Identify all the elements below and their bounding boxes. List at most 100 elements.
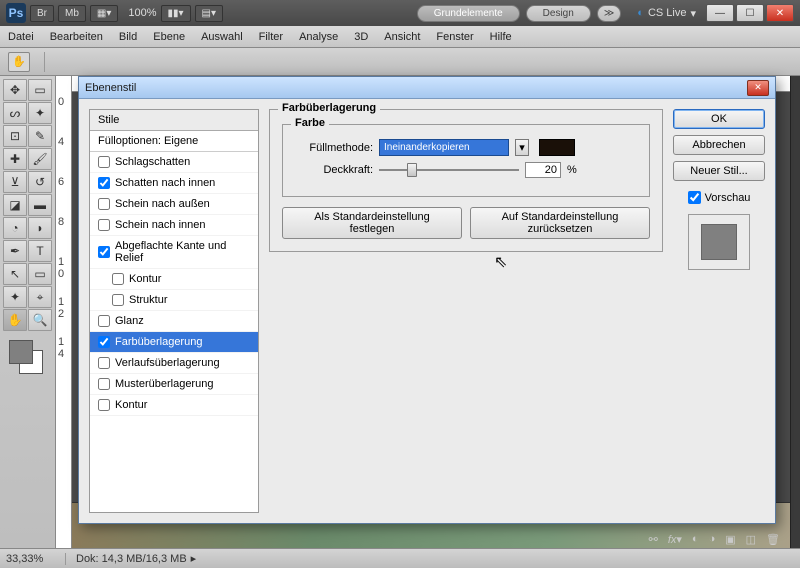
- style-checkbox[interactable]: [98, 315, 110, 327]
- move-tool[interactable]: ✥: [3, 79, 27, 101]
- maximize-button[interactable]: ☐: [736, 4, 764, 22]
- blend-mode-dropdown[interactable]: ▾: [515, 139, 529, 156]
- wand-tool[interactable]: ✦: [28, 102, 52, 124]
- style-checkbox[interactable]: [98, 399, 110, 411]
- style-item-1[interactable]: Schatten nach innen: [90, 173, 258, 194]
- style-item-6[interactable]: Struktur: [90, 290, 258, 311]
- heal-tool[interactable]: ✚: [3, 148, 27, 170]
- fx-icon[interactable]: fx▾: [668, 533, 682, 546]
- zoom-tool[interactable]: 🔍: [28, 309, 52, 331]
- minibridge-button[interactable]: Mb: [58, 5, 86, 22]
- adjustment-icon[interactable]: ◑: [709, 533, 716, 546]
- make-default-button[interactable]: Als Standardeinstellung festlegen: [282, 207, 462, 239]
- shape-tool[interactable]: ▭: [28, 263, 52, 285]
- arrange-button[interactable]: ▦▾: [90, 5, 118, 22]
- bridge-button[interactable]: Br: [30, 5, 54, 22]
- new-layer-icon[interactable]: ◫: [746, 533, 756, 546]
- menu-auswahl[interactable]: Auswahl: [201, 31, 243, 43]
- style-checkbox[interactable]: [112, 273, 124, 285]
- mask-icon[interactable]: ◐: [692, 533, 699, 546]
- eraser-tool[interactable]: ◪: [3, 194, 27, 216]
- menu-filter[interactable]: Filter: [259, 31, 283, 43]
- document-size[interactable]: Dok: 14,3 MB/16,3 MB: [76, 553, 187, 565]
- close-button[interactable]: ✕: [766, 4, 794, 22]
- screenmode-button[interactable]: ▮▮▾: [161, 5, 191, 22]
- zoom-indicator[interactable]: 100%: [128, 7, 156, 19]
- opacity-slider[interactable]: [379, 162, 519, 178]
- overlay-color-chip[interactable]: [539, 139, 575, 156]
- trash-icon[interactable]: 🗑: [766, 533, 780, 546]
- reset-default-button[interactable]: Auf Standardeinstellung zurücksetzen: [470, 207, 650, 239]
- lasso-tool[interactable]: ᔕ: [3, 102, 27, 124]
- style-checkbox[interactable]: [98, 378, 110, 390]
- menu-ebene[interactable]: Ebene: [153, 31, 185, 43]
- style-item-5[interactable]: Kontur: [90, 269, 258, 290]
- stamp-tool[interactable]: ⊻: [3, 171, 27, 193]
- ok-button[interactable]: OK: [673, 109, 765, 129]
- eyedropper-tool[interactable]: ✎: [28, 125, 52, 147]
- style-item-7[interactable]: Glanz: [90, 311, 258, 332]
- menu-analyse[interactable]: Analyse: [299, 31, 338, 43]
- style-item-4[interactable]: Abgeflachte Kante und Relief: [90, 236, 258, 269]
- menu-bild[interactable]: Bild: [119, 31, 137, 43]
- menu-3d[interactable]: 3D: [354, 31, 368, 43]
- cancel-button[interactable]: Abbrechen: [673, 135, 765, 155]
- menu-datei[interactable]: Datei: [8, 31, 34, 43]
- workspace-grundelemente[interactable]: Grundelemente: [417, 5, 520, 22]
- minimize-button[interactable]: —: [706, 4, 734, 22]
- hand-tool-icon[interactable]: ✋: [8, 52, 30, 72]
- style-checkbox[interactable]: [98, 336, 110, 348]
- menu-ansicht[interactable]: Ansicht: [384, 31, 420, 43]
- workspace-more[interactable]: ≫: [597, 5, 621, 22]
- gradient-tool[interactable]: ▬: [28, 194, 52, 216]
- opacity-input[interactable]: 20: [525, 162, 561, 178]
- history-tool[interactable]: ↺: [28, 171, 52, 193]
- style-checkbox[interactable]: [98, 156, 110, 168]
- style-checkbox[interactable]: [98, 198, 110, 210]
- style-item-10[interactable]: Musterüberlagerung: [90, 374, 258, 395]
- blur-tool[interactable]: ◔: [3, 217, 27, 239]
- 3d-tool[interactable]: ✦: [3, 286, 27, 308]
- camera-tool[interactable]: ⌖: [28, 286, 52, 308]
- dodge-tool[interactable]: ◗: [28, 217, 52, 239]
- type-tool[interactable]: T: [28, 240, 52, 262]
- new-style-button[interactable]: Neuer Stil...: [673, 161, 765, 181]
- crop-tool[interactable]: ⊡: [3, 125, 27, 147]
- style-checkbox[interactable]: [98, 177, 110, 189]
- folder-icon[interactable]: ▣: [725, 533, 735, 546]
- style-checkbox[interactable]: [98, 219, 110, 231]
- color-swatches[interactable]: [9, 340, 45, 376]
- styles-header[interactable]: Stile: [90, 110, 258, 131]
- style-item-0[interactable]: Schlagschatten: [90, 152, 258, 173]
- dialog-titlebar[interactable]: Ebenenstil ✕: [79, 77, 775, 99]
- path-tool[interactable]: ↖: [3, 263, 27, 285]
- foreground-swatch[interactable]: [9, 340, 33, 364]
- dialog-close-button[interactable]: ✕: [747, 80, 769, 96]
- preview-label: Vorschau: [705, 192, 751, 204]
- pen-tool[interactable]: ✒: [3, 240, 27, 262]
- marquee-tool[interactable]: ▭: [28, 79, 52, 101]
- style-checkbox[interactable]: [98, 246, 110, 258]
- style-item-9[interactable]: Verlaufsüberlagerung: [90, 353, 258, 374]
- link-icon[interactable]: ⚯: [649, 533, 658, 546]
- menu-bearbeiten[interactable]: Bearbeiten: [50, 31, 103, 43]
- workspace-design[interactable]: Design: [526, 5, 591, 22]
- style-label: Farbüberlagerung: [115, 336, 202, 348]
- style-item-11[interactable]: Kontur: [90, 395, 258, 416]
- style-item-8[interactable]: Farbüberlagerung: [90, 332, 258, 353]
- zoom-level[interactable]: 33,33%: [6, 553, 66, 565]
- panel-dock[interactable]: [790, 76, 800, 548]
- hand-tool[interactable]: ✋: [3, 309, 27, 331]
- blend-mode-select[interactable]: Ineinanderkopieren: [379, 139, 509, 156]
- styles-subheader[interactable]: Fülloptionen: Eigene: [90, 131, 258, 152]
- style-checkbox[interactable]: [98, 357, 110, 369]
- brush-tool[interactable]: 🖌: [28, 148, 52, 170]
- style-item-2[interactable]: Schein nach außen: [90, 194, 258, 215]
- menu-fenster[interactable]: Fenster: [436, 31, 473, 43]
- cslive-button[interactable]: ◐CS Live ▾: [637, 7, 696, 20]
- extras-button[interactable]: ▤▾: [195, 5, 223, 22]
- menu-hilfe[interactable]: Hilfe: [490, 31, 512, 43]
- style-item-3[interactable]: Schein nach innen: [90, 215, 258, 236]
- preview-checkbox[interactable]: [688, 191, 701, 204]
- style-checkbox[interactable]: [112, 294, 124, 306]
